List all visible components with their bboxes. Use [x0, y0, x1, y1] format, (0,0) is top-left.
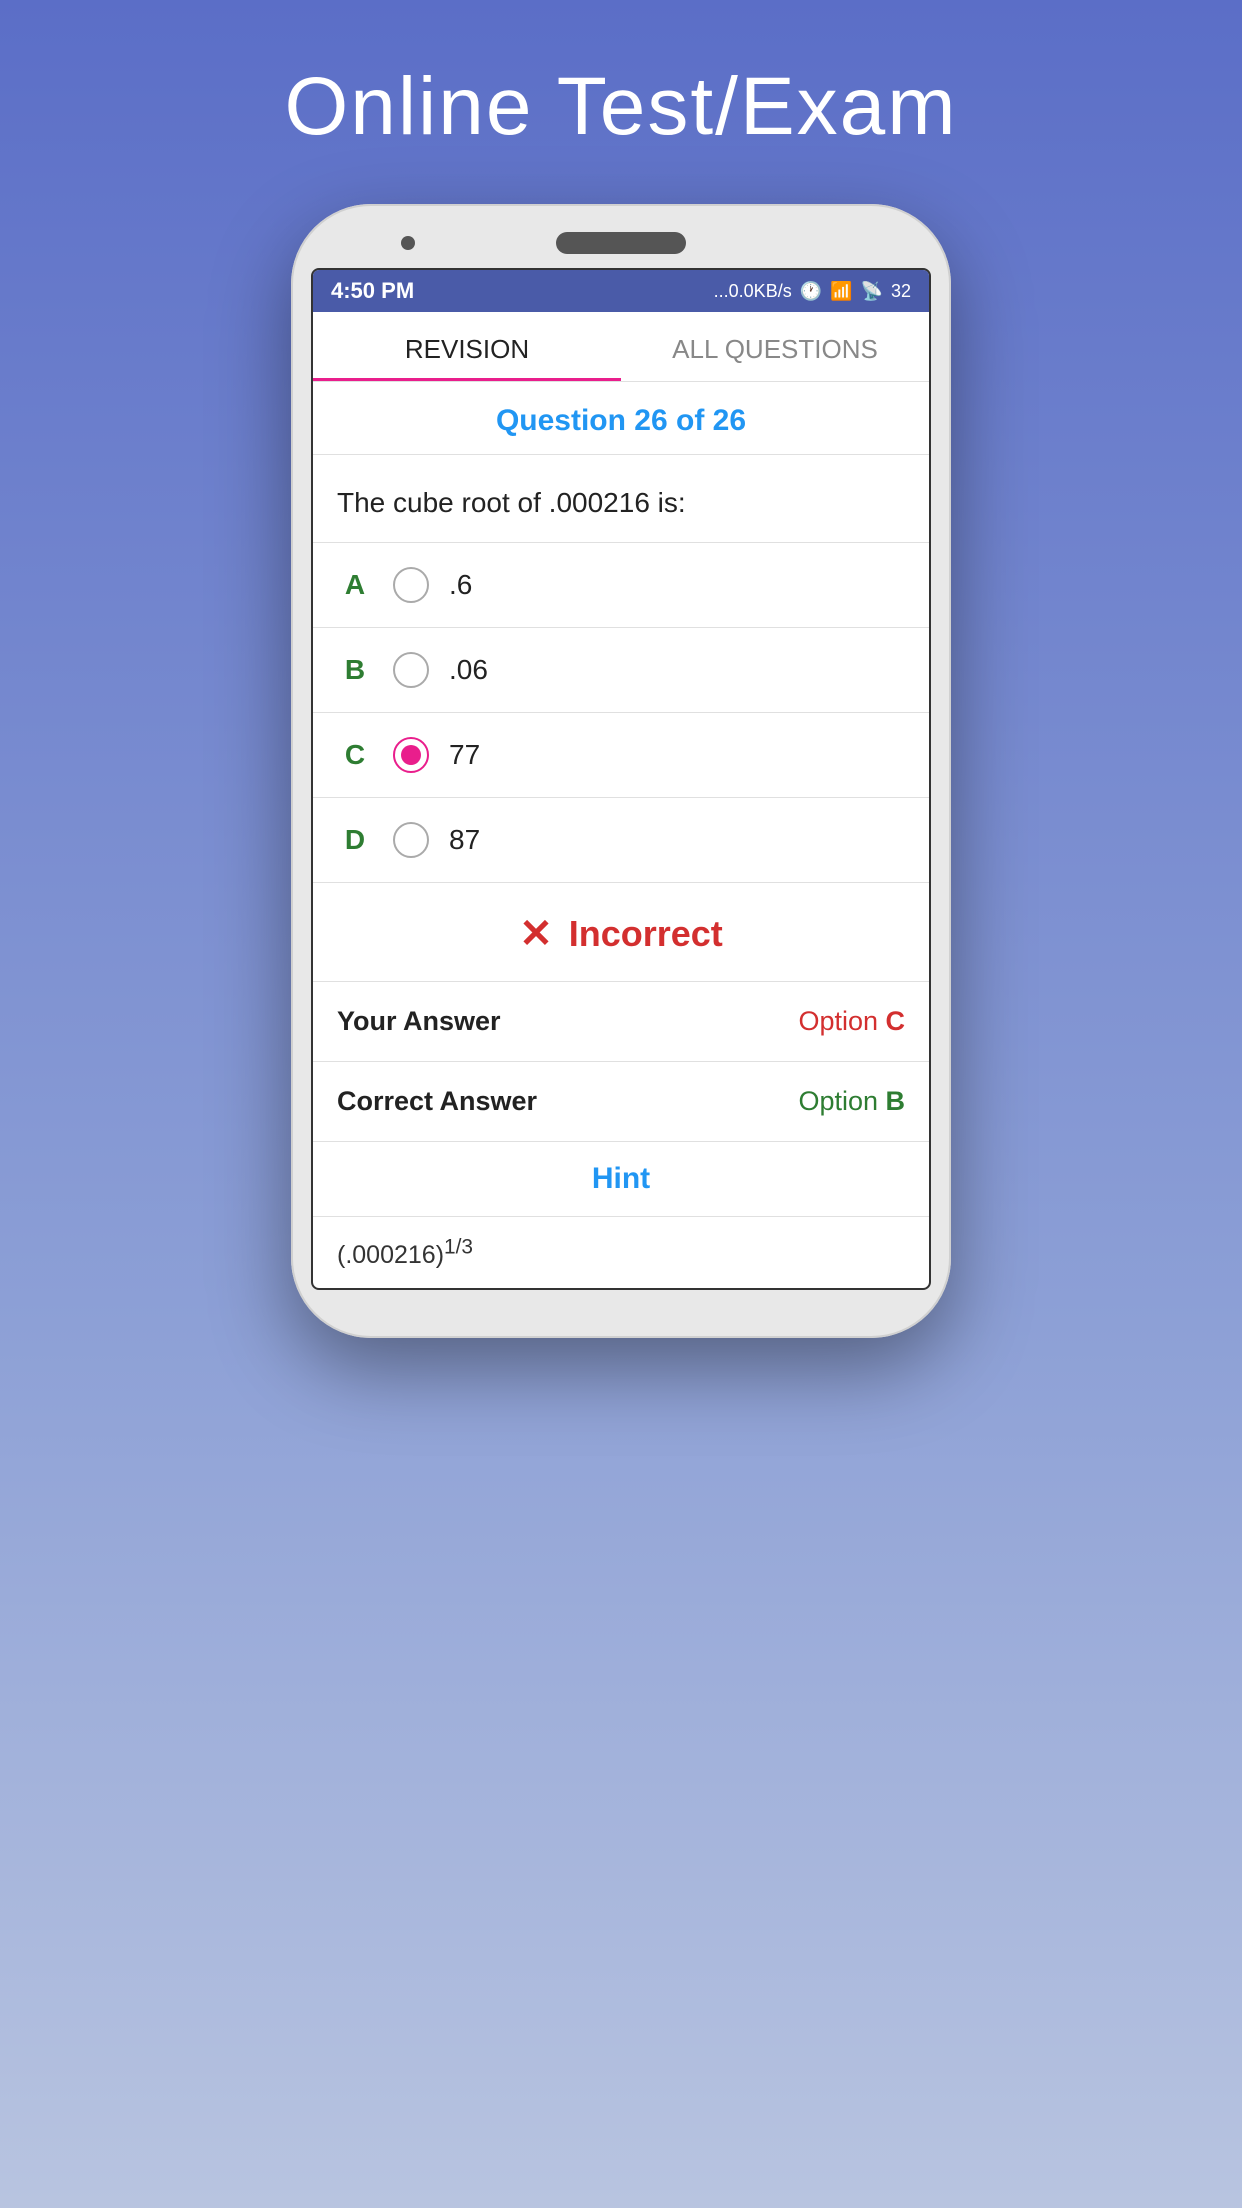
signal-icon: 📶	[830, 281, 852, 302]
phone-shell: 4:50 PM ...0.0KB/s 🕐 📶 📡 32 REVISION ALL…	[291, 204, 951, 1338]
correct-answer-label: Correct Answer	[337, 1086, 537, 1117]
correct-answer-value: Option B	[798, 1086, 905, 1117]
tab-all-questions[interactable]: ALL QUESTIONS	[621, 312, 929, 381]
your-answer-letter: C	[886, 1006, 906, 1036]
correct-answer-row: Correct Answer Option B	[313, 1062, 929, 1142]
hint-formula: (.000216)1/3	[337, 1241, 473, 1269]
page-title: Online Test/Exam	[284, 60, 957, 154]
clock-icon: 🕐	[800, 281, 822, 302]
radio-a[interactable]	[393, 567, 429, 603]
option-row-d[interactable]: D 87	[313, 798, 929, 883]
incorrect-icon: ✕	[519, 911, 553, 957]
phone-bottom	[311, 1290, 931, 1310]
option-row-c[interactable]: C 77	[313, 713, 929, 798]
result-section: ✕ Incorrect	[313, 883, 929, 982]
incorrect-text: Incorrect	[569, 913, 723, 955]
status-time: 4:50 PM	[331, 278, 414, 304]
your-answer-value: Option C	[798, 1006, 905, 1037]
hint-label[interactable]: Hint	[592, 1162, 650, 1195]
correct-answer-letter: B	[886, 1086, 906, 1116]
radio-b[interactable]	[393, 652, 429, 688]
question-text: The cube root of .000216 is:	[313, 455, 929, 543]
phone-camera	[401, 236, 415, 250]
your-answer-label: Your Answer	[337, 1006, 501, 1037]
option-letter-d: D	[337, 824, 373, 856]
your-answer-row: Your Answer Option C	[313, 982, 929, 1062]
option-letter-c: C	[337, 739, 373, 771]
tab-revision[interactable]: REVISION	[313, 312, 621, 381]
hint-content: (.000216)1/3	[313, 1217, 929, 1287]
battery-icon: 32	[891, 281, 911, 302]
radio-inner-c	[401, 745, 421, 765]
status-right: ...0.0KB/s 🕐 📶 📡 32	[714, 281, 911, 302]
option-row-a[interactable]: A .6	[313, 543, 929, 628]
question-header: Question 26 of 26	[313, 382, 929, 455]
hint-row[interactable]: Hint	[313, 1142, 929, 1217]
phone-top-bar	[311, 232, 931, 254]
option-letter-b: B	[337, 654, 373, 686]
question-number: Question 26 of 26	[496, 404, 746, 437]
option-row-b[interactable]: B .06	[313, 628, 929, 713]
phone-speaker	[556, 232, 686, 254]
phone-screen: 4:50 PM ...0.0KB/s 🕐 📶 📡 32 REVISION ALL…	[311, 268, 931, 1290]
radio-d[interactable]	[393, 822, 429, 858]
radio-c[interactable]	[393, 737, 429, 773]
status-bar: 4:50 PM ...0.0KB/s 🕐 📶 📡 32	[313, 270, 929, 312]
option-text-d: 87	[449, 824, 480, 856]
option-letter-a: A	[337, 569, 373, 601]
option-text-a: .6	[449, 569, 472, 601]
network-speed: ...0.0KB/s	[714, 281, 792, 302]
tabs-container: REVISION ALL QUESTIONS	[313, 312, 929, 382]
option-text-b: .06	[449, 654, 488, 686]
wifi-icon: 📡	[861, 281, 883, 302]
option-text-c: 77	[449, 739, 480, 771]
